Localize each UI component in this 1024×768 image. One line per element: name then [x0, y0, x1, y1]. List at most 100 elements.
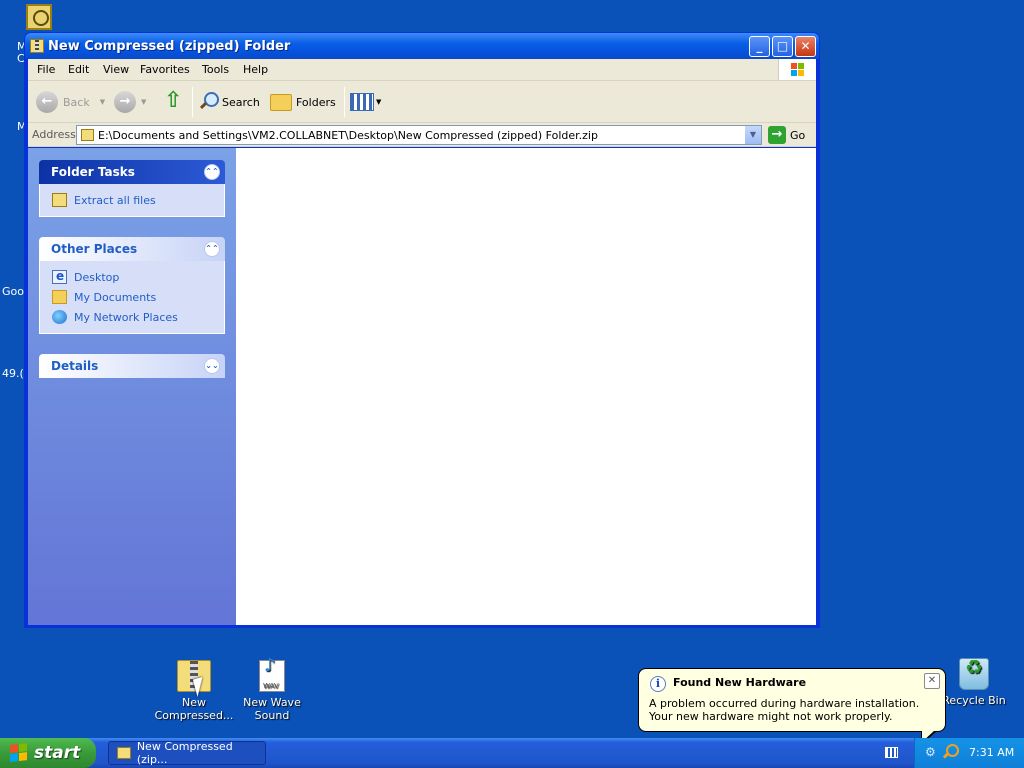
- collapse-chevron-icon[interactable]: ⌃⌃: [204, 164, 220, 180]
- balloon-message: A problem occurred during hardware insta…: [649, 697, 920, 723]
- address-value: E:\Documents and Settings\VM2.COLLABNET\…: [98, 129, 598, 142]
- extract-all-files-link[interactable]: Extract all files: [52, 190, 224, 210]
- title-bar[interactable]: New Compressed (zipped) Folder _ □ ✕: [25, 33, 819, 59]
- back-button[interactable]: ← Back ▼: [36, 89, 105, 115]
- panel-title: Other Places: [51, 242, 138, 256]
- menu-file[interactable]: File: [37, 63, 55, 76]
- desktop-icon-label: Recycle Bin: [942, 694, 1006, 707]
- details-header[interactable]: Details ⌄⌄: [39, 354, 225, 378]
- my-documents-icon: [52, 290, 67, 304]
- menu-bar: File Edit View Favorites Tools Help: [28, 59, 816, 81]
- my-network-places-link[interactable]: My Network Places: [52, 307, 224, 327]
- desktop-label-clipped: Goo: [2, 285, 24, 298]
- desktop-icon-label: Compressed...: [154, 709, 234, 722]
- menu-view[interactable]: View: [103, 63, 129, 76]
- hardware-icon[interactable]: ⚙: [925, 745, 939, 759]
- network-globe-icon: [52, 310, 67, 324]
- other-places-header[interactable]: Other Places ⌃⌃: [39, 237, 225, 261]
- address-bar: Address E:\Documents and Settings\VM2.CO…: [28, 123, 816, 147]
- dropdown-arrow-icon[interactable]: ▼: [141, 98, 146, 106]
- toolbar: ← Back ▼ → ▼ ⇧ Search Folders ▼: [28, 81, 816, 123]
- folder-content-area[interactable]: Folder Tasks ⌃⌃ Extract all files Other …: [28, 148, 816, 625]
- search-icon: [198, 92, 219, 112]
- link-label: Desktop: [74, 270, 120, 284]
- window-title: New Compressed (zipped) Folder: [48, 39, 291, 54]
- expand-chevron-icon[interactable]: ⌄⌄: [204, 358, 220, 374]
- back-arrow-icon: ←: [36, 91, 58, 113]
- link-label: My Network Places: [74, 310, 178, 324]
- info-icon: i: [650, 676, 666, 692]
- desktop-icon-zip-folder[interactable]: New Compressed...: [154, 660, 234, 722]
- forward-button[interactable]: → ▼: [114, 89, 146, 115]
- system-tray: ⚙ 7:31 AM: [885, 738, 1024, 768]
- close-icon[interactable]: ✕: [924, 673, 940, 689]
- up-button[interactable]: ⇧: [164, 89, 184, 115]
- menu-edit[interactable]: Edit: [68, 63, 89, 76]
- views-icon: [350, 93, 374, 111]
- desktop-icon-label: New Wave: [243, 696, 301, 709]
- folders-label: Folders: [296, 95, 336, 109]
- menu-favorites[interactable]: Favorites: [140, 63, 190, 76]
- maximize-button[interactable]: □: [772, 36, 793, 57]
- wav-file-icon: [259, 659, 285, 693]
- desktop-icon-label: Sound: [254, 709, 290, 722]
- keyboard-icon[interactable]: [885, 747, 898, 758]
- folders-button[interactable]: Folders: [270, 89, 336, 115]
- folder-tasks-panel: Folder Tasks ⌃⌃ Extract all files: [39, 160, 225, 217]
- task-pane: Folder Tasks ⌃⌃ Extract all files Other …: [28, 148, 236, 625]
- desktop-icon-label: New: [182, 696, 206, 709]
- chevron-down-icon[interactable]: ▼: [744, 126, 761, 144]
- balloon-title: Found New Hardware: [673, 676, 807, 689]
- go-button[interactable]: → Go: [768, 125, 805, 145]
- zip-folder-icon: [30, 39, 44, 53]
- found-new-hardware-balloon[interactable]: i Found New Hardware ✕ A problem occurre…: [638, 668, 946, 745]
- toolbar-separator: [192, 87, 193, 117]
- extract-icon: [52, 193, 67, 207]
- desktop-icon: [52, 269, 67, 284]
- start-button[interactable]: start: [0, 738, 96, 768]
- folder-tasks-header[interactable]: Folder Tasks ⌃⌃: [39, 160, 225, 184]
- toolbar-separator: [344, 87, 345, 117]
- panel-body: Extract all files: [39, 184, 225, 217]
- back-label: Back: [63, 95, 90, 109]
- close-button[interactable]: ✕: [795, 36, 816, 57]
- address-input[interactable]: E:\Documents and Settings\VM2.COLLABNET\…: [76, 125, 762, 145]
- dropdown-arrow-icon[interactable]: ▼: [100, 98, 105, 106]
- views-button[interactable]: ▼: [350, 89, 381, 115]
- zip-folder-icon: [81, 129, 94, 141]
- folder-up-icon: ⇧: [164, 88, 183, 113]
- link-label: My Documents: [74, 290, 157, 304]
- go-label: Go: [790, 128, 806, 142]
- menu-help[interactable]: Help: [243, 63, 268, 76]
- panel-body: Desktop My Documents My Network Places: [39, 261, 225, 334]
- start-label: start: [34, 743, 81, 763]
- desktop-icon-wave-sound[interactable]: New Wave Sound: [232, 659, 312, 722]
- zip-folder-icon: [117, 747, 131, 759]
- windows-logo-icon: [10, 743, 28, 763]
- collapse-chevron-icon[interactable]: ⌃⌃: [204, 241, 220, 257]
- address-label: Address: [32, 128, 76, 141]
- details-panel: Details ⌄⌄: [39, 354, 225, 378]
- menu-tools[interactable]: Tools: [202, 63, 229, 76]
- clock: 7:31 AM: [969, 746, 1015, 759]
- desktop-shortcut-icon[interactable]: [26, 4, 52, 30]
- search-icon[interactable]: [943, 743, 959, 761]
- desktop-label-clipped: 49.(: [2, 367, 24, 380]
- search-label: Search: [222, 95, 260, 109]
- desktop-link[interactable]: Desktop: [52, 267, 224, 287]
- desktop-icon-recycle-bin[interactable]: Recycle Bin: [934, 658, 1014, 707]
- other-places-panel: Other Places ⌃⌃ Desktop My Documents My …: [39, 237, 225, 334]
- explorer-window: New Compressed (zipped) Folder _ □ ✕ Fil…: [24, 32, 820, 628]
- link-label: Extract all files: [74, 193, 156, 207]
- panel-title: Folder Tasks: [51, 165, 135, 179]
- minimize-button[interactable]: _: [749, 36, 770, 57]
- search-button[interactable]: Search: [198, 89, 260, 115]
- taskbar: start New Compressed (zip... ⚙ 7:31 AM: [0, 738, 1024, 768]
- panel-title: Details: [51, 359, 99, 373]
- go-arrow-icon: →: [768, 126, 786, 144]
- taskbar-window-button[interactable]: New Compressed (zip...: [108, 740, 266, 766]
- folders-icon: [270, 93, 292, 111]
- my-documents-link[interactable]: My Documents: [52, 287, 224, 307]
- taskbar-window-label: New Compressed (zip...: [136, 740, 233, 766]
- windows-flag-icon: [778, 59, 816, 80]
